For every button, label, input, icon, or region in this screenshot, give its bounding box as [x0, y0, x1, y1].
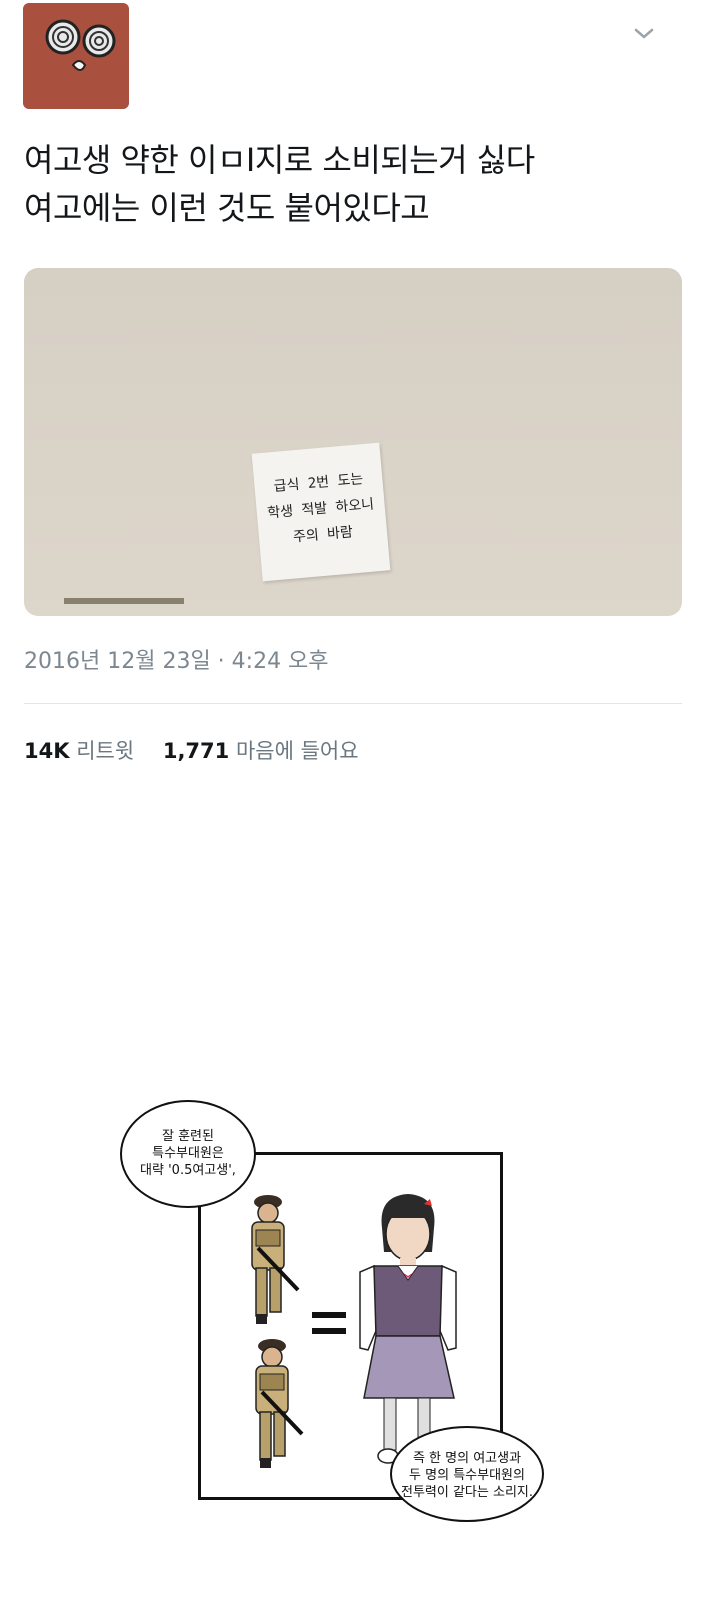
divider [24, 703, 682, 704]
soldier-figure-icon [251, 1195, 300, 1324]
bubble-line: 특수부대원은 [152, 1146, 224, 1161]
tweet-timestamp[interactable]: 2016년 12월 23일 · 4:24 오후 [24, 643, 329, 675]
chevron-down-icon[interactable] [632, 22, 656, 46]
bubble-line: 즉 한 명의 여고생과 [412, 1451, 522, 1466]
soldier-figure-icon [255, 1339, 304, 1468]
avatar[interactable] [23, 3, 129, 109]
tweet-line: 여고에는 이런 것도 붙어있다고 [24, 189, 430, 227]
bubble-line: 잘 훈련된 [162, 1129, 214, 1144]
door-frame [64, 598, 184, 616]
schoolgirl-figure-icon [359, 1194, 457, 1464]
like-label[interactable]: 마음에 들어요 [236, 739, 359, 763]
bubble-line: 두 명의 특수부대원의 [409, 1468, 525, 1483]
avatar-face-icon [45, 19, 116, 71]
speech-bubble-top: 잘 훈련된 특수부대원은 대략 '0.5여고생', [120, 1100, 256, 1208]
photo-notice: 급식 2번 도는 학생 적발 하오니 주의 바람 [251, 442, 391, 582]
bubble-line: 대략 '0.5여고생', [140, 1163, 236, 1178]
speech-bubble-bottom: 즉 한 명의 여고생과 두 명의 특수부대원의 전투력이 같다는 소리지. [390, 1426, 544, 1522]
comic-panel: 잘 훈련된 특수부대원은 대략 '0.5여고생', 즉 한 명의 여고생과 두 … [120, 1100, 548, 1542]
tweet-stats: 14K 리트윗 1,771 마음에 들어요 [24, 735, 381, 765]
tweet-text: 여고생 약한 이ㅁI지로 소비되는거 싫다 여고에는 이런 것도 붙어있다고 [24, 136, 696, 232]
tweet-line: 여고생 약한 이ㅁI지로 소비되는거 싫다 [24, 141, 535, 179]
equals-sign [312, 1312, 346, 1344]
like-count[interactable]: 1,771 [163, 739, 229, 763]
bubble-line: 전투력이 같다는 소리지. [401, 1485, 533, 1500]
retweet-count[interactable]: 14K [24, 739, 70, 763]
retweet-label[interactable]: 리트윗 [76, 739, 134, 763]
